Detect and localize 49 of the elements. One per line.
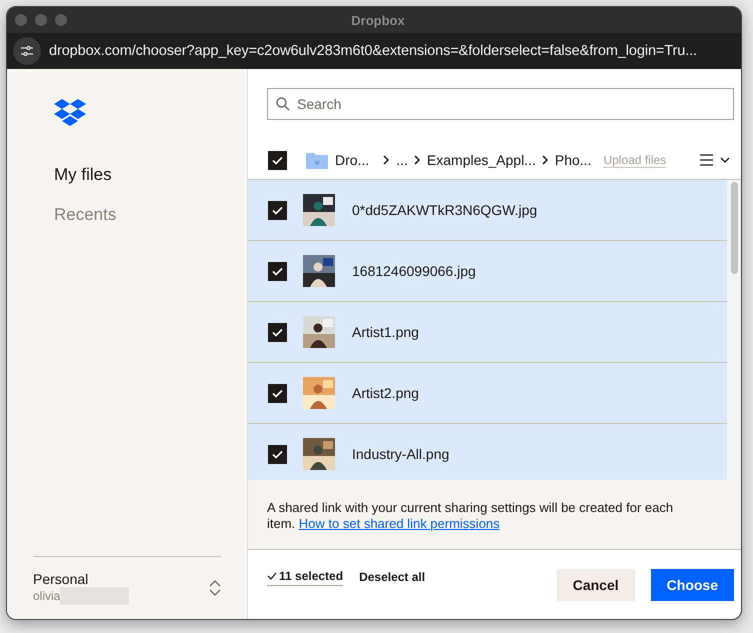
- breadcrumb-item[interactable]: ...: [396, 152, 408, 168]
- account-type: Personal: [33, 571, 90, 587]
- chevron-icon: [383, 155, 390, 165]
- breadcrumb-item[interactable]: Pho...: [554, 152, 592, 168]
- dropbox-logo: [54, 99, 87, 127]
- file-name: Industry-All.png: [352, 446, 450, 462]
- checkmark-icon: [272, 266, 283, 276]
- search-icon: [276, 97, 290, 111]
- breadcrumb-item[interactable]: Examples_Appl...: [426, 152, 536, 168]
- scrollbar[interactable]: [727, 180, 741, 480]
- chevron-icon: [542, 155, 549, 165]
- file-checkbox[interactable]: [268, 384, 287, 402]
- site-settings-icon[interactable]: [13, 37, 41, 65]
- checkmark-icon: [272, 328, 283, 336]
- file-name: 0*dd5ZAKWTkR3N6QGW.jpg: [352, 202, 538, 218]
- file-row[interactable]: 0*dd5ZAKWTkR3N6QGW.jpg: [248, 180, 727, 241]
- file-name: 1681246099066.jpg: [352, 263, 476, 279]
- file-row[interactable]: 1681246099066.jpg: [248, 241, 727, 302]
- file-name: Artist1.png: [352, 324, 419, 340]
- file-checkbox[interactable]: [268, 262, 287, 280]
- search-field[interactable]: Search: [267, 88, 734, 120]
- selected-count-toggle[interactable]: 11 selected: [267, 569, 344, 586]
- permissions-link[interactable]: How to set shared link permissions: [298, 516, 500, 531]
- breadcrumb-item[interactable]: Dro...: [335, 152, 370, 168]
- select-all-checkbox[interactable]: [268, 150, 287, 170]
- cancel-button[interactable]: Cancel: [556, 568, 635, 600]
- file-name: Artist2.png: [352, 385, 419, 401]
- choose-button[interactable]: Choose: [650, 568, 734, 600]
- file-checkbox[interactable]: [268, 322, 287, 342]
- file-checkbox[interactable]: [268, 444, 287, 464]
- account-user: olivia: [33, 589, 60, 603]
- view-options-icon[interactable]: [699, 153, 731, 167]
- checkmark-icon: [267, 572, 277, 580]
- file-row[interactable]: Artist2.png: [248, 363, 727, 424]
- deselect-all-button[interactable]: Deselect all: [359, 570, 426, 584]
- checkmark-icon: [272, 450, 283, 458]
- page-url: dropbox.com/chooser?app_key=c2ow6ulv283m6t0&extensions=&folderselect=false&from_login=Tru...: [49, 43, 697, 59]
- switch-account-icon[interactable]: [209, 579, 221, 597]
- chevron-icon: [414, 155, 421, 165]
- sidebar-item[interactable]: My files: [54, 165, 247, 185]
- file-checkbox[interactable]: [268, 200, 287, 220]
- checkmark-icon: [272, 206, 283, 214]
- shared-link-notice: A shared link with your current sharing settings will be created for each item. How to set shared link permissions: [248, 480, 741, 550]
- checkmark-icon: [272, 156, 283, 164]
- file-row[interactable]: Industry-All.png: [248, 424, 727, 480]
- file-row[interactable]: Artist1.png: [248, 302, 727, 363]
- folder-icon: [305, 150, 329, 170]
- window-title: Dropbox: [351, 12, 405, 28]
- checkmark-icon: [272, 388, 283, 398]
